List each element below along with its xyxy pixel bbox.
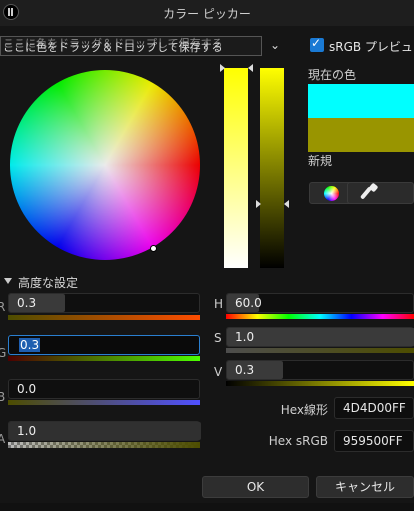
eyedropper-icon-body — [359, 186, 373, 200]
hex-srgb-value: 959500FF — [343, 434, 403, 448]
current-color-swatch — [308, 84, 414, 118]
r-value-field[interactable]: 0.3 — [8, 293, 200, 313]
r-value: 0.3 — [17, 296, 37, 310]
hex-linear-label: Hex線形 — [280, 403, 328, 417]
color-wheel-overlay — [10, 70, 200, 260]
b-gradient[interactable] — [8, 400, 200, 405]
a-value-field[interactable]: 1.0 — [8, 421, 201, 441]
background-strip — [0, 503, 414, 511]
s-gradient[interactable] — [226, 348, 414, 353]
saturation-slider-marker-right[interactable] — [248, 64, 253, 72]
g-gradient[interactable] — [8, 356, 200, 361]
cancel-button[interactable]: キャンセル — [316, 476, 414, 498]
color-theme-drop-area[interactable]: ここに色をドラッグ＆ドロップして保存する ここに色をドラッグ＆ドロップして保存す… — [0, 36, 262, 56]
g-value: 0.3 — [19, 338, 41, 352]
s-value: 1.0 — [235, 330, 255, 344]
b-value-field[interactable]: 0.0 — [8, 379, 200, 399]
r-gradient[interactable] — [8, 315, 200, 320]
hex-linear-value: 4D4D00FF — [343, 401, 406, 415]
channel-letter-g: G — [0, 346, 7, 360]
ok-button[interactable]: OK — [202, 476, 309, 498]
s-value-field[interactable]: 1.0 — [226, 327, 414, 347]
current-color-label: 現在の色 — [308, 68, 357, 82]
chevron-down-icon[interactable]: ⌄ — [270, 38, 280, 52]
channel-letter-s: S — [214, 331, 222, 345]
channel-letter-h: H — [214, 297, 224, 311]
new-color-swatch — [308, 118, 414, 152]
b-value: 0.0 — [17, 382, 37, 396]
title-bar: カラー ピッカー — [0, 0, 414, 26]
value-slider-marker-left[interactable] — [256, 200, 261, 208]
hex-linear-field[interactable]: 4D4D00FF — [334, 397, 414, 419]
expand-arrow-icon[interactable] — [4, 278, 12, 284]
hex-srgb-field[interactable]: 959500FF — [334, 430, 414, 452]
value-slider[interactable] — [260, 68, 284, 268]
channel-letter-v: V — [214, 365, 223, 379]
hex-srgb-label: Hex sRGB — [268, 434, 328, 448]
color-wheel-icon — [324, 186, 339, 201]
saturation-slider[interactable] — [224, 68, 248, 268]
channel-letter-r: R — [0, 300, 6, 314]
drop-area-text: ここに色をドラッグ＆ドロップして保存する — [3, 41, 223, 54]
value-slider-marker-right[interactable] — [284, 200, 289, 208]
a-value: 1.0 — [17, 424, 37, 438]
channel-letter-b: B — [0, 390, 6, 404]
new-color-label: 新規 — [308, 154, 333, 168]
h-value-field[interactable]: 60.0 — [226, 293, 414, 313]
g-value-field[interactable]: 0.3 — [8, 335, 200, 355]
h-gradient[interactable] — [226, 314, 414, 319]
v-gradient[interactable] — [226, 381, 414, 386]
v-value: 0.3 — [235, 363, 255, 377]
color-wheel-handle[interactable] — [150, 245, 157, 252]
channel-letter-a: A — [0, 432, 6, 446]
srgb-preview-checkbox[interactable] — [310, 36, 324, 52]
advanced-settings-header[interactable]: 高度な設定 — [18, 274, 78, 291]
a-gradient[interactable] — [8, 442, 200, 448]
window-title: カラー ピッカー — [163, 7, 251, 21]
srgb-preview-label: sRGB プレビュー — [329, 40, 414, 54]
v-value-field[interactable]: 0.3 — [226, 360, 414, 380]
eyedropper-button[interactable] — [347, 182, 414, 204]
h-value: 60.0 — [235, 296, 262, 310]
saturation-slider-marker-left[interactable] — [220, 64, 225, 72]
